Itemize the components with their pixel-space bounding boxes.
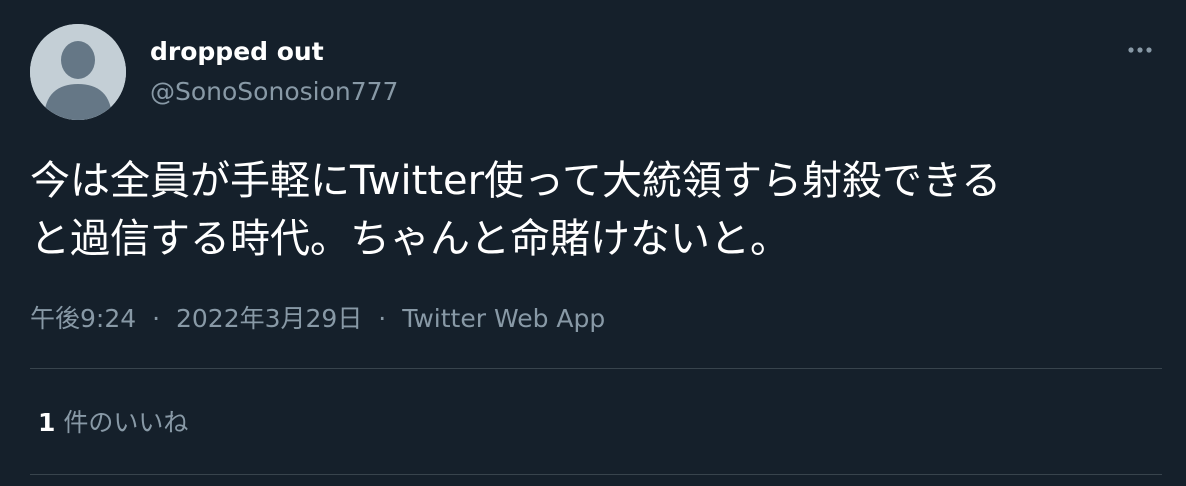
more-options-button[interactable] <box>1120 32 1160 68</box>
default-profile-icon <box>30 24 126 120</box>
tweet-time[interactable]: 午後9:24 <box>30 304 136 333</box>
like-label: 件のいいね <box>63 408 189 437</box>
likes-stat[interactable]: 1 件のいいね <box>38 404 188 442</box>
tweet-text-line-1: 今は全員が手軽にTwitter使って大統領すら射殺できる <box>30 158 1002 204</box>
tweet-meta: 午後9:24 · 2022年3月29日 · Twitter Web App <box>30 300 605 338</box>
display-name[interactable]: dropped out <box>150 34 324 70</box>
meta-separator: · <box>152 304 161 333</box>
divider <box>30 368 1162 369</box>
divider <box>30 474 1162 475</box>
more-horizontal-icon <box>1128 47 1152 53</box>
tweet-text: 今は全員が手軽にTwitter使って大統領すら射殺できる と過信する時代。ちゃんと… <box>30 152 1150 268</box>
avatar[interactable] <box>30 24 126 120</box>
meta-separator: · <box>378 304 387 333</box>
user-handle[interactable]: @SonoSonosion777 <box>150 74 398 110</box>
tweet-text-line-2: と過信する時代。ちゃんと命賭けないと。 <box>30 216 790 262</box>
tweet-date[interactable]: 2022年3月29日 <box>176 304 362 333</box>
tweet-source[interactable]: Twitter Web App <box>402 304 605 333</box>
like-count: 1 <box>38 408 56 437</box>
tweet-card: dropped out @SonoSonosion777 今は全員が手軽にTwi… <box>0 0 1186 486</box>
